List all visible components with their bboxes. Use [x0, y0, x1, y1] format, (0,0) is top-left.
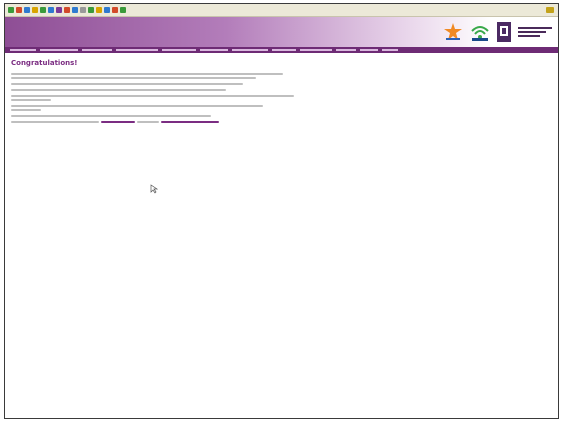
- final-text-before: [11, 121, 99, 123]
- toolbar-button-icon[interactable]: [120, 7, 126, 13]
- paragraph-4: [11, 95, 552, 101]
- page-title: Congratulations!: [11, 59, 78, 67]
- toolbar-button-icon[interactable]: [80, 7, 86, 13]
- content-link-2[interactable]: [161, 121, 219, 123]
- nav-item[interactable]: [10, 49, 36, 51]
- paragraph-links: [11, 121, 552, 123]
- toolbar-button-icon[interactable]: [64, 7, 70, 13]
- nav-item[interactable]: [82, 49, 112, 51]
- toolbar-button-icon[interactable]: [40, 7, 46, 13]
- paragraph-1: [11, 73, 552, 79]
- mouse-cursor-icon: [150, 184, 158, 194]
- toolbar-button-icon[interactable]: [56, 7, 62, 13]
- paragraph-3: [11, 89, 552, 91]
- main-content: Congratulations!: [5, 53, 558, 127]
- final-text-mid: [137, 121, 159, 123]
- wifi-logo-icon: [471, 26, 489, 41]
- paragraph-6: [11, 115, 552, 117]
- nav-item[interactable]: [200, 49, 228, 51]
- toolbar-button-icon[interactable]: [72, 7, 78, 13]
- toolbar-button-icon[interactable]: [48, 7, 54, 13]
- crest-logo-icon: [497, 22, 511, 42]
- browser-window: Congratulations!: [4, 3, 559, 419]
- toolbar-button-icon[interactable]: [88, 7, 94, 13]
- toolbar-button-icon[interactable]: [96, 7, 102, 13]
- nav-item[interactable]: [40, 49, 78, 51]
- toolbar-button-icon[interactable]: [112, 7, 118, 13]
- site-header: [5, 17, 558, 47]
- logo-wordmark: [518, 27, 552, 37]
- nav-item[interactable]: [272, 49, 296, 51]
- toolbar-button-icon[interactable]: [24, 7, 30, 13]
- content-link-1[interactable]: [101, 121, 135, 123]
- star-logo-icon: [444, 23, 462, 40]
- nav-item[interactable]: [116, 49, 158, 51]
- nav-item[interactable]: [162, 49, 196, 51]
- header-logos: [443, 19, 552, 45]
- toolbar-badge-icon[interactable]: [546, 7, 554, 13]
- nav-item[interactable]: [360, 49, 378, 51]
- browser-toolbar: [5, 4, 558, 17]
- toolbar-button-icon[interactable]: [32, 7, 38, 13]
- nav-item[interactable]: [382, 49, 398, 51]
- nav-item[interactable]: [336, 49, 356, 51]
- paragraph-5: [11, 105, 552, 111]
- nav-item[interactable]: [232, 49, 268, 51]
- toolbar-button-icon[interactable]: [16, 7, 22, 13]
- toolbar-button-icon[interactable]: [8, 7, 14, 13]
- nav-item[interactable]: [300, 49, 332, 51]
- paragraph-2: [11, 83, 552, 85]
- toolbar-button-icon[interactable]: [104, 7, 110, 13]
